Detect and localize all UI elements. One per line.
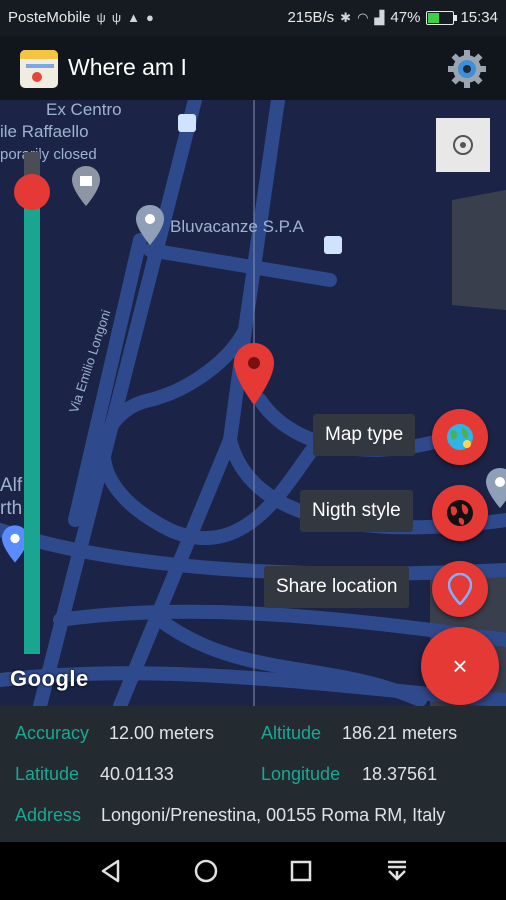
home-icon[interactable] [191, 856, 221, 886]
wifi-icon: ◠ [357, 9, 369, 25]
map-app-icon [20, 50, 58, 88]
share-location-button[interactable] [432, 561, 488, 617]
usb-icon: ψ [96, 10, 106, 25]
map-label: rth [0, 498, 23, 519]
current-location-marker[interactable] [234, 343, 274, 405]
map-label: porarily closed [0, 146, 97, 163]
map-type-button[interactable] [432, 409, 488, 465]
accuracy-label: Accuracy [15, 723, 90, 743]
zoom-slider-fill [24, 192, 40, 654]
latitude-value: 40.01133 [100, 764, 174, 784]
map-label: Ex Centro [46, 100, 122, 119]
close-fab-button[interactable]: × [421, 627, 499, 705]
bluetooth-icon: ✱ [340, 9, 352, 25]
accuracy-value: 12.00 meters [109, 723, 215, 743]
back-icon[interactable] [96, 856, 126, 886]
gear-icon[interactable] [446, 48, 488, 90]
signal-icon: ▟ [374, 9, 385, 25]
place-pin-icon[interactable] [486, 468, 506, 508]
bus-stop-icon[interactable] [324, 236, 342, 254]
zoom-slider-thumb[interactable] [14, 174, 50, 211]
map-type-label[interactable]: Map type [313, 414, 416, 456]
location-info-panel: Accuracy 12.00 meters Altitude 186.21 me… [0, 706, 506, 842]
network-speed: 215B/s [287, 9, 335, 26]
battery-percent: 47% [390, 9, 421, 26]
zoom-slider[interactable] [24, 152, 40, 654]
altitude-value: 186.21 meters [342, 723, 458, 743]
map-label: Bluvacanze S.P.A [170, 217, 304, 236]
my-location-button[interactable] [436, 118, 490, 172]
share-location-label[interactable]: Share location [264, 566, 410, 608]
bus-stop-icon[interactable] [178, 114, 196, 132]
place-pin-icon[interactable] [136, 205, 164, 245]
close-icon: × [452, 650, 468, 681]
map-label: ile Raffaello [0, 122, 89, 141]
notification-icon: ● [145, 10, 154, 25]
recent-apps-icon[interactable] [286, 856, 316, 886]
longitude-value: 18.37561 [362, 764, 438, 784]
crosshair-icon [453, 135, 473, 155]
map-view[interactable]: Ex Centro ile Raffaello porarily closed … [0, 100, 506, 706]
usb-icon: ψ [111, 10, 122, 25]
android-icon: ▲ [127, 10, 140, 25]
night-style-label[interactable]: Nigth style [300, 490, 413, 532]
app-bar: Where am I [0, 36, 506, 100]
location-pin-icon [448, 573, 472, 605]
dark-globe-icon [447, 500, 473, 526]
altitude-label: Altitude [261, 723, 322, 743]
google-attribution: Google [10, 666, 89, 691]
globe-icon [447, 424, 473, 450]
status-bar: PosteMobile ψ ψ ▲ ● 215B/s ✱ ◠ ▟ 47% 15:… [0, 0, 506, 36]
address-label: Address [15, 805, 82, 825]
app-title: Where am I [68, 54, 187, 80]
night-style-button[interactable] [432, 485, 488, 541]
shopping-poi-icon[interactable] [72, 166, 100, 206]
notification-pulldown-icon[interactable] [382, 856, 412, 886]
navigation-bar [0, 842, 506, 900]
longitude-label: Longitude [261, 764, 341, 784]
map-label: Alf [0, 475, 23, 496]
latitude-label: Latitude [15, 764, 80, 784]
battery-icon [426, 10, 458, 25]
carrier-name: PosteMobile [8, 9, 91, 26]
address-value: Longoni/Prenestina, 00155 Roma RM, Italy [101, 805, 446, 825]
clock: 15:34 [460, 9, 498, 26]
